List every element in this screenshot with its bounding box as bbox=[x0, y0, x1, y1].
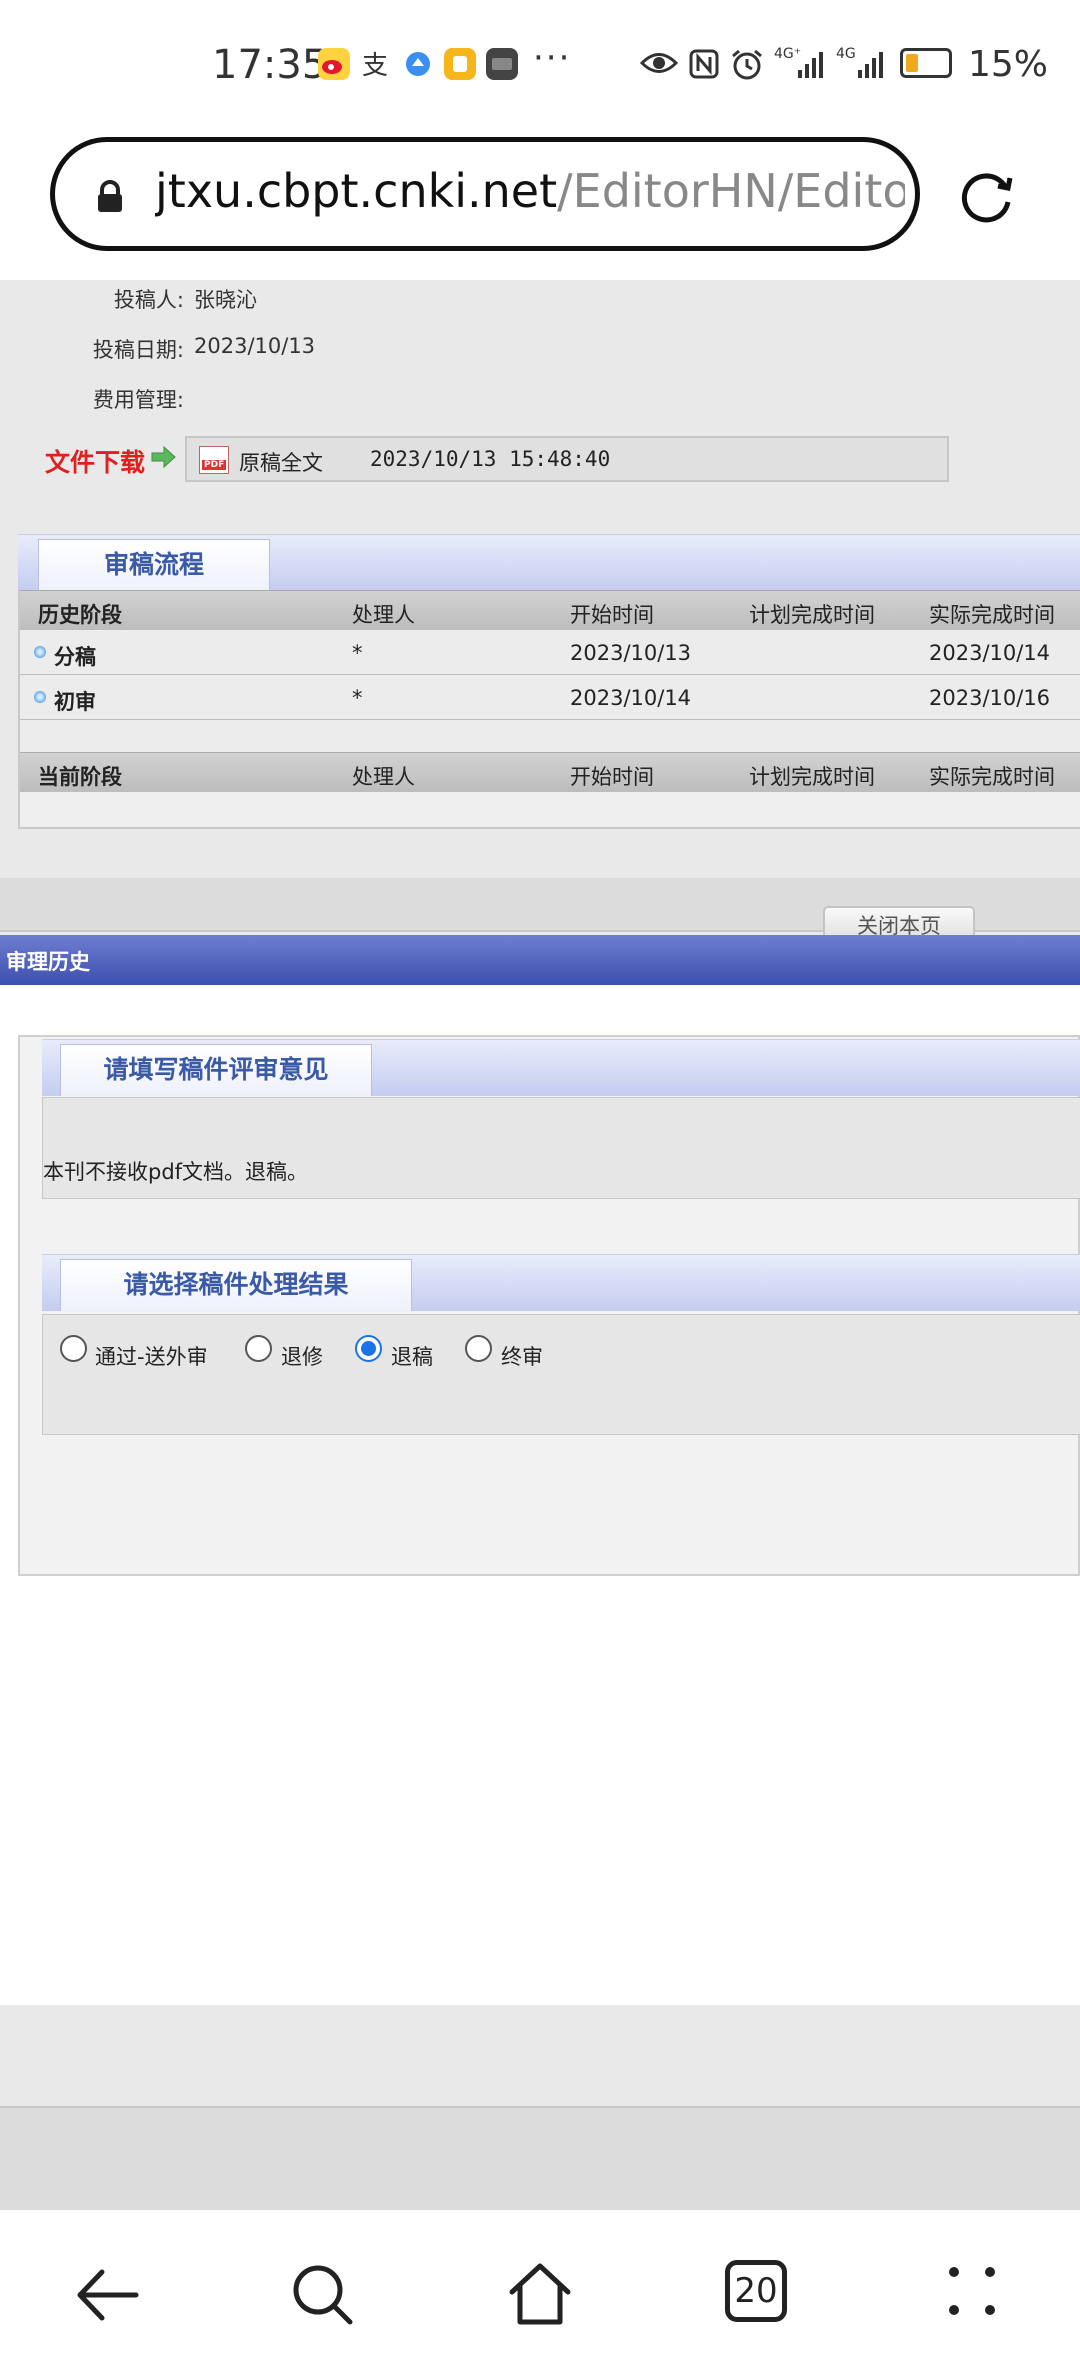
result-options: 通过-送外审 退修 退稿 终审 bbox=[42, 1314, 1080, 1435]
table-row: 分稿 * 2023/10/13 2023/10/14 bbox=[20, 630, 1080, 675]
workflow-tabstrip: 审稿流程 bbox=[18, 534, 1080, 591]
result-tabstrip: 请选择稿件处理结果 bbox=[42, 1254, 1080, 1311]
col-history-stage: 历史阶段 bbox=[38, 603, 122, 627]
submit-date-label: 投稿日期: bbox=[92, 338, 184, 362]
lock-icon bbox=[93, 180, 127, 212]
author-label: 投稿人: bbox=[113, 288, 184, 312]
row-start: 2023/10/14 bbox=[570, 686, 692, 710]
col-planned-time: 计划完成时间 bbox=[749, 603, 875, 627]
author-value: 张晓沁 bbox=[194, 288, 257, 312]
fee-label: 费用管理: bbox=[92, 388, 184, 412]
row-actual: 2023/10/14 bbox=[929, 641, 1051, 665]
radio-reject[interactable] bbox=[355, 1335, 382, 1362]
bullet-icon bbox=[34, 691, 46, 703]
row-stage: 分稿 bbox=[54, 645, 96, 669]
file-download-label: 文件下载 bbox=[45, 448, 146, 477]
radio-pass-external[interactable] bbox=[60, 1335, 87, 1362]
url-host: jtxu.cbpt.cnki.net bbox=[155, 164, 558, 218]
home-icon[interactable] bbox=[504, 2258, 576, 2334]
file-datetime: 2023/10/13 15:48:40 bbox=[370, 447, 611, 471]
col-actual-time: 实际完成时间 bbox=[929, 603, 1055, 627]
battery-percent: 15% bbox=[968, 44, 1049, 85]
submit-date-value: 2023/10/13 bbox=[194, 334, 316, 358]
review-comment-text: 本刊不接收pdf文档。退稿。 bbox=[43, 1160, 309, 1184]
tab-review-comment[interactable]: 请填写稿件评审意见 bbox=[60, 1044, 372, 1096]
file-download-row[interactable]: PDF 原稿全文 2023/10/13 15:48:40 bbox=[185, 436, 949, 482]
row-handler: * bbox=[352, 686, 363, 710]
col-actual-time: 实际完成时间 bbox=[929, 765, 1055, 789]
weibo-icon bbox=[318, 48, 350, 80]
col-start-time: 开始时间 bbox=[570, 603, 654, 627]
nfc-icon bbox=[688, 48, 720, 88]
browser-app-icon bbox=[402, 48, 434, 80]
col-handler: 处理人 bbox=[352, 765, 415, 789]
workflow-table: 历史阶段 处理人 开始时间 计划完成时间 实际完成时间 分稿 * 2023/10… bbox=[18, 590, 1080, 829]
option-label-reject[interactable]: 退稿 bbox=[391, 1341, 433, 1371]
browser-nav-bar: 20 bbox=[0, 2210, 1080, 2376]
history-header-row: 历史阶段 处理人 开始时间 计划完成时间 实际完成时间 bbox=[20, 590, 1080, 631]
table-row: 初审 * 2023/10/14 2023/10/16 bbox=[20, 675, 1080, 720]
option-label-pass[interactable]: 通过-送外审 bbox=[95, 1341, 208, 1371]
tab-review-process[interactable]: 审稿流程 bbox=[38, 539, 270, 591]
col-current-stage: 当前阶段 bbox=[38, 765, 122, 789]
reload-icon[interactable] bbox=[958, 166, 1018, 226]
alipay-icon: 支 bbox=[360, 48, 392, 81]
signal-icon bbox=[796, 48, 826, 88]
row-actual: 2023/10/16 bbox=[929, 686, 1051, 710]
huawei-app-icon bbox=[486, 48, 518, 80]
status-time: 17:35 bbox=[212, 42, 328, 88]
row-start: 2023/10/13 bbox=[570, 641, 692, 665]
option-label-revise[interactable]: 退修 bbox=[281, 1341, 323, 1371]
green-arrow-icon bbox=[150, 445, 176, 469]
web-page: 投稿人: 张晓沁 投稿日期: 2023/10/13 费用管理: 文件下载 PDF… bbox=[0, 280, 1080, 2210]
row-stage: 初审 bbox=[54, 690, 96, 714]
review-panel: 请填写稿件评审意见 本刊不接收pdf文档。退稿。 请选择稿件处理结果 通过-送外… bbox=[18, 1035, 1080, 1576]
address-bar[interactable]: jtxu.cbpt.cnki.net/EditorHN/Editor bbox=[50, 137, 920, 251]
row-handler: * bbox=[352, 641, 363, 665]
menu-dots-icon[interactable] bbox=[942, 2260, 1002, 2326]
network-type-2: 4G bbox=[836, 46, 856, 62]
status-bar: 17:35 支 ··· 4G⁺ 4G 15% bbox=[0, 0, 1080, 130]
tab-process-result[interactable]: 请选择稿件处理结果 bbox=[60, 1259, 412, 1311]
alarm-icon bbox=[730, 48, 764, 90]
url-path: /EditorHN/Editor bbox=[557, 164, 905, 218]
tabs-count-button[interactable]: 20 bbox=[725, 2260, 787, 2322]
review-comment-box[interactable]: 本刊不接收pdf文档。退稿。 bbox=[42, 1097, 1080, 1199]
file-name-link[interactable]: 原稿全文 bbox=[239, 447, 323, 477]
col-start-time: 开始时间 bbox=[570, 765, 654, 789]
radio-final-review[interactable] bbox=[465, 1335, 492, 1362]
signal-icon-2 bbox=[856, 48, 886, 88]
url-text[interactable]: jtxu.cbpt.cnki.net/EditorHN/Editor bbox=[155, 164, 905, 218]
eye-icon bbox=[639, 48, 679, 86]
pdf-icon: PDF bbox=[199, 446, 229, 474]
col-handler: 处理人 bbox=[352, 603, 415, 627]
svg-text:支: 支 bbox=[362, 51, 388, 80]
bullet-icon bbox=[34, 646, 46, 658]
option-label-final[interactable]: 终审 bbox=[501, 1341, 543, 1371]
battery-icon bbox=[900, 48, 952, 78]
comment-tabstrip: 请填写稿件评审意见 bbox=[42, 1039, 1080, 1096]
col-planned-time: 计划完成时间 bbox=[749, 765, 875, 789]
back-icon[interactable] bbox=[72, 2260, 142, 2334]
notes-app-icon bbox=[444, 48, 476, 80]
current-empty-row bbox=[20, 792, 1080, 827]
review-history-title: 审理历史 bbox=[6, 950, 90, 974]
review-history-bar: 审理历史 bbox=[0, 935, 1080, 985]
page-footer-strip bbox=[0, 2106, 1080, 2210]
search-icon[interactable] bbox=[288, 2260, 358, 2334]
radio-revise[interactable] bbox=[245, 1335, 272, 1362]
current-header-row: 当前阶段 处理人 开始时间 计划完成时间 实际完成时间 bbox=[20, 752, 1080, 793]
more-notifications-icon: ··· bbox=[533, 38, 572, 78]
